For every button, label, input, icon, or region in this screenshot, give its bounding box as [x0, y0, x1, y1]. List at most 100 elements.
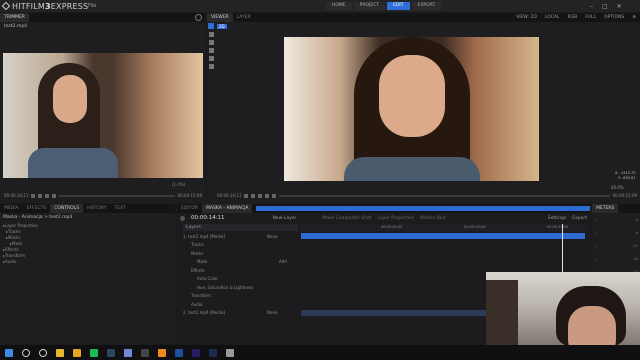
tab-effects[interactable]: EFFECTS [23, 204, 51, 213]
blend-mode-dropdown[interactable]: None [267, 234, 277, 239]
layer-label: Auto Color [197, 276, 219, 282]
pen-tool-icon[interactable] [208, 48, 214, 53]
trimmer-scrubber[interactable] [59, 194, 175, 197]
edit-tab[interactable]: EDIT [387, 2, 410, 10]
trimmer-timecode-left: 00:00:14;11 [4, 193, 29, 198]
play-icon[interactable] [258, 193, 263, 198]
layer-label: Masks [191, 250, 204, 256]
layer-properties-button[interactable]: Layer Properties [377, 216, 414, 221]
timeline-row[interactable]: 1. test2.mp4 [Media] None [183, 232, 587, 241]
rgb-dropdown[interactable]: RGB [568, 13, 578, 22]
tab-controls[interactable]: CONTROLS [50, 204, 84, 213]
layer-label: 1. test2.mp4 [Media] [183, 233, 225, 239]
text-tool-icon[interactable] [208, 40, 214, 45]
tab-text[interactable]: TEXT [111, 204, 130, 213]
timeline-row[interactable]: Masks [183, 249, 587, 258]
panel-close-icon[interactable] [195, 14, 202, 21]
tab-editor[interactable]: EDITOR [177, 204, 202, 213]
export-button[interactable]: Export [572, 216, 587, 221]
ruler-mark: 00:00:05;00 [381, 225, 403, 229]
blend-mode-dropdown[interactable]: None [267, 310, 277, 315]
trimmer-transport: 00:00:14;11 00:00:15;09 [4, 193, 202, 198]
close-icon[interactable]: ✕ [617, 3, 622, 10]
step-back-icon[interactable] [251, 193, 256, 198]
viewer-scrubber[interactable] [279, 194, 610, 197]
viewer-timecode-left: 00:00:14;11 [217, 193, 242, 198]
hitfilm-logo-icon [1, 1, 11, 11]
trimmer-zoom[interactable]: (1.4%) [172, 182, 185, 187]
obs-icon[interactable] [141, 348, 149, 357]
panel-close-icon[interactable]: ⊗ [632, 13, 636, 22]
tab-viewer[interactable]: VIEWER [207, 13, 233, 22]
new-layer-button[interactable]: New Layer [273, 216, 297, 221]
viewer-timecode-right: 00:00:15;09 [612, 193, 637, 198]
discord-icon[interactable] [124, 348, 132, 357]
skip-start-icon[interactable] [31, 193, 36, 198]
vlc-icon[interactable] [158, 348, 166, 357]
play-icon[interactable] [45, 193, 50, 198]
windows-icon[interactable] [5, 348, 13, 357]
tab-history[interactable]: HISTORY [83, 204, 110, 213]
timeline-tab-strip [256, 206, 590, 211]
project-tab[interactable]: PROJECT [353, 2, 386, 10]
minimize-icon[interactable]: – [590, 3, 593, 10]
layer-label: 2. test2.mp4 [Media] [183, 310, 225, 316]
media-clip-bar[interactable] [301, 233, 585, 239]
move-tool-icon[interactable] [208, 32, 214, 37]
select-tool-icon[interactable] [208, 23, 214, 29]
blend-mode-dropdown[interactable]: Add [279, 259, 287, 264]
windows-taskbar [0, 345, 640, 360]
home-tab[interactable]: HOME [326, 2, 352, 10]
rectangle-mask-icon[interactable] [208, 56, 214, 61]
step-forward-icon[interactable] [265, 193, 270, 198]
ellipse-mask-icon[interactable] [208, 64, 214, 69]
tab-trimmer[interactable]: TRIMMER [0, 13, 29, 22]
hitfilm-icon[interactable] [175, 348, 183, 357]
search-icon[interactable] [22, 348, 30, 357]
left-panel-tabs: MEDIA EFFECTS CONTROLS HISTORY TEXT [0, 204, 175, 213]
file-menu[interactable]: File [88, 3, 96, 9]
full-dropdown[interactable]: FULL [585, 13, 596, 22]
layer-label: Mask [197, 259, 208, 265]
viewer-video-frame [284, 37, 539, 181]
export-tab[interactable]: EXPORT [411, 2, 442, 10]
ruler-mark: 00:00:15;00 [547, 225, 569, 229]
chrome-icon[interactable] [56, 348, 64, 357]
meter-scale-label: —0 [594, 218, 638, 222]
options-dropdown[interactable]: OPTIONS [604, 13, 624, 22]
photoshop-icon[interactable] [209, 348, 217, 357]
file-explorer-icon[interactable] [73, 348, 81, 357]
view-dropdown[interactable]: VIEW: 2D [516, 13, 537, 22]
skip-start-icon[interactable] [244, 193, 249, 198]
controls-item[interactable]: ▸ Audio [3, 258, 175, 264]
layer-label: Audio [191, 301, 203, 307]
settings-button[interactable]: Settings [548, 216, 566, 221]
timeline-row[interactable]: Mask Add [183, 258, 587, 267]
settings-icon[interactable] [226, 348, 234, 357]
taskview-icon[interactable] [39, 348, 47, 357]
local-dropdown[interactable]: LOCAL [545, 13, 560, 22]
timeline-timecode: 00:00:14:11 [191, 215, 225, 221]
step-back-icon[interactable] [38, 193, 43, 198]
tab-meters[interactable]: METERS [592, 204, 619, 213]
premiere-icon[interactable] [192, 348, 200, 357]
meter-scale-label: — -18 [594, 257, 638, 261]
step-forward-icon[interactable] [52, 193, 57, 198]
spotify-icon[interactable] [90, 348, 98, 357]
make-composite-button[interactable]: Make Composite Shot [322, 216, 371, 221]
motion-blur-button[interactable]: Motion Blur [420, 216, 446, 221]
loop-icon[interactable] [272, 193, 277, 198]
ruler-mark: 00:00:10;00 [464, 225, 486, 229]
maximize-icon[interactable]: □ [602, 3, 608, 10]
viewer-zoom[interactable]: 40.0% [611, 185, 624, 190]
workspace-tabs: HOME PROJECT EDIT EXPORT [326, 2, 442, 10]
steam-icon[interactable] [107, 348, 115, 357]
tab-layer[interactable]: LAYER [233, 13, 255, 22]
tab-media[interactable]: MEDIA [0, 204, 23, 213]
trimmer-filename: test2.mp4 [4, 24, 28, 29]
layer-label: Tracks [191, 242, 204, 248]
mode-badge[interactable]: 2D [217, 24, 227, 29]
timeline-row[interactable]: Tracks [183, 241, 587, 250]
viewer-coords: X: -1310.75 Y: -635.61 [615, 171, 636, 180]
tab-mask-animation[interactable]: MASKA - ANIMACJA [202, 204, 253, 213]
